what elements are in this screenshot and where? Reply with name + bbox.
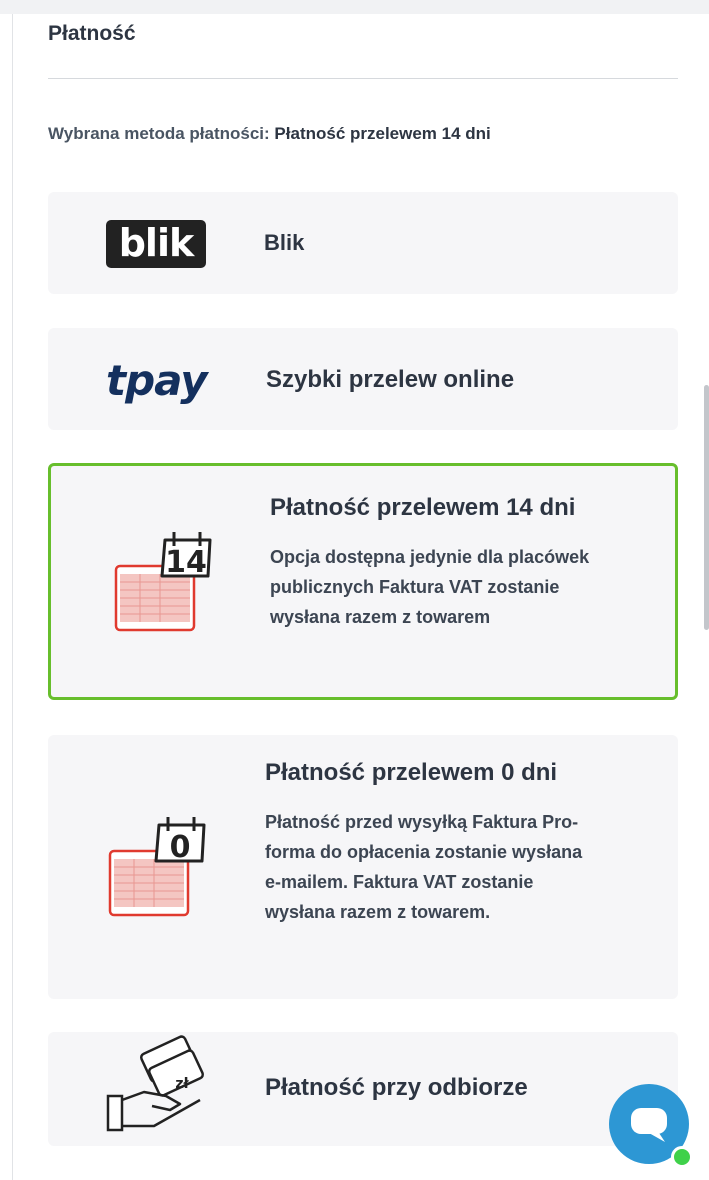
payment-option-transfer-14[interactable]: 14 Płatność przelewem 14 dni Opcja dostę… <box>48 463 678 700</box>
calendar-badge: 14 <box>165 545 207 580</box>
selected-method-label: Wybrana metoda płatności: <box>48 124 270 143</box>
blik-logo: blik <box>106 220 206 268</box>
calendar-badge: 0 <box>170 830 191 865</box>
chat-icon <box>631 1108 667 1142</box>
tpay-logo: tpay <box>106 356 208 405</box>
description-line: forma do opłacenia zostanie wysłana <box>265 842 583 862</box>
payment-option-transfer-0[interactable]: 0 Płatność przelewem 0 dni Płatność prze… <box>48 735 678 999</box>
payment-option-title: Płatność przelewem 0 dni <box>265 759 558 786</box>
description-line: Płatność przed wysyłką Faktura Pro- <box>265 812 579 832</box>
scrollbar-thumb[interactable] <box>704 385 709 630</box>
payment-option-title: Płatność przelewem 14 dni <box>270 494 576 521</box>
payment-option-cash-on-delivery[interactable]: zł Płatność przy odbiorze <box>48 1032 678 1146</box>
description-line: wysłana razem z towarem. <box>265 902 491 922</box>
payment-option-title: Szybki przelew online <box>266 366 515 393</box>
top-frame <box>0 0 709 14</box>
invoice-14-icon: 14 <box>114 532 212 632</box>
payment-option-title: Płatność przy odbiorze <box>265 1074 528 1101</box>
selected-method-value: Płatność przelewem 14 dni <box>274 124 491 143</box>
online-status-dot <box>671 1146 693 1168</box>
currency-symbol: zł <box>175 1076 189 1092</box>
panel-title: Płatność <box>48 22 136 45</box>
payment-option-blik[interactable]: blik Blik <box>48 192 678 294</box>
description-line: wysłana razem z towarem <box>270 607 491 627</box>
description-line: e-mailem. Faktura VAT zostanie <box>265 872 534 892</box>
description-line: publicznych Faktura VAT zostanie <box>270 577 560 597</box>
invoice-0-icon: 0 <box>108 817 206 917</box>
payment-option-tpay[interactable]: tpay Szybki przelew online <box>48 328 678 430</box>
left-frame <box>12 14 13 1180</box>
divider <box>48 78 678 79</box>
description-line: Opcja dostępna jedynie dla placówek <box>270 547 590 567</box>
payment-option-description: Płatność przed wysyłką Faktura Pro- form… <box>265 807 660 927</box>
cash-hand-icon: zł <box>106 1035 205 1132</box>
selected-method-line: Wybrana metoda płatności: Płatność przel… <box>48 124 491 144</box>
payment-option-title: Blik <box>264 230 305 255</box>
payment-option-description: Opcja dostępna jedynie dla placówek publ… <box>270 542 660 632</box>
